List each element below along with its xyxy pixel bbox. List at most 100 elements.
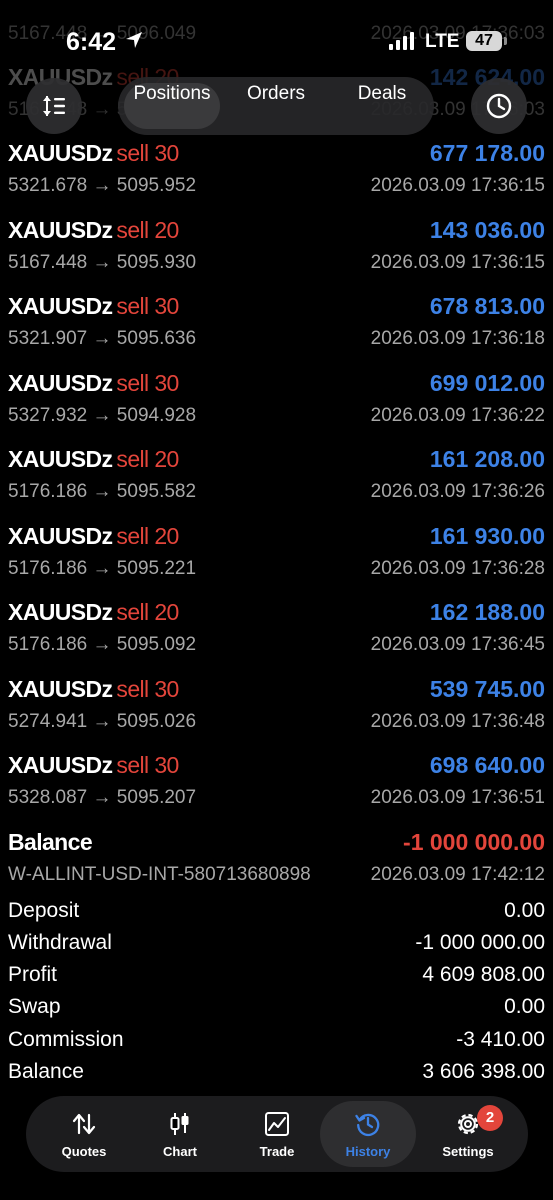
deal-symbol: XAUUSDz sell 30 bbox=[8, 293, 179, 320]
summary-label: Commission bbox=[8, 1028, 124, 1051]
deal-row[interactable]: XAUUSDz sell 20 161 930.00 5176.186 → 509… bbox=[0, 513, 553, 589]
nav-quotes[interactable]: Quotes bbox=[36, 1101, 132, 1167]
summary-label: Withdrawal bbox=[8, 931, 112, 954]
summary-label: Balance bbox=[8, 1060, 84, 1083]
deal-row[interactable]: XAUUSDz sell 20 161 208.00 5176.186 → 509… bbox=[0, 436, 553, 512]
deal-profit: 699 012.00 bbox=[429, 370, 545, 396]
deal-row[interactable]: XAUUSDz sell 20 162 188.00 5176.186 → 509… bbox=[0, 589, 553, 665]
deal-prices: 5167.448 → 5095.930 bbox=[8, 252, 197, 273]
deal-row[interactable]: XAUUSDz sell 30 699 012.00 5327.932 → 509… bbox=[0, 360, 553, 436]
tab-orders[interactable]: Orders bbox=[228, 83, 324, 129]
balance-op-amount: -1 000 000.00 bbox=[403, 829, 545, 855]
deal-row[interactable]: XAUUSDz sell 30 677 178.00 5321.678 → 509… bbox=[0, 130, 553, 206]
deal-prices: 5327.932 → 5094.928 bbox=[8, 405, 197, 426]
tab-deals[interactable]: Deals bbox=[334, 83, 430, 129]
balance-operation-row[interactable]: Balance -1 000 000.00 W-ALLINT-USD-INT-5… bbox=[0, 819, 553, 895]
summary-label: Deposit bbox=[8, 899, 80, 922]
sort-button[interactable] bbox=[26, 78, 82, 134]
deal-prices: 5321.907 → 5095.636 bbox=[8, 328, 197, 349]
deal-profit: 143 036.00 bbox=[429, 217, 545, 243]
summary-commission: Commission -3 410.00 bbox=[8, 1028, 545, 1058]
deal-time: 2026.03.09 17:36:18 bbox=[370, 328, 545, 349]
deal-symbol: XAUUSDz sell 30 bbox=[8, 676, 179, 703]
deal-profit: 678 813.00 bbox=[429, 293, 545, 319]
period-button[interactable] bbox=[471, 78, 527, 134]
deal-profit: 161 930.00 bbox=[429, 523, 545, 549]
summary-profit: Profit 4 609 808.00 bbox=[8, 963, 545, 993]
nav-history[interactable]: History bbox=[320, 1101, 416, 1167]
deal-prices: 5328.087 → 5095.207 bbox=[8, 787, 197, 808]
deal-symbol-text: XAUUSDz bbox=[8, 293, 113, 319]
deal-side: sell 30 bbox=[116, 676, 179, 702]
nav-label: Chart bbox=[163, 1144, 197, 1159]
deal-profit: 162 188.00 bbox=[429, 599, 545, 625]
deal-row[interactable]: XAUUSDz sell 30 698 640.00 5328.087 → 509… bbox=[0, 742, 553, 818]
deal-prices: 5176.186 → 5095.221 bbox=[8, 558, 197, 579]
deal-symbol-text: XAUUSDz bbox=[8, 523, 113, 549]
deal-row[interactable]: XAUUSDz sell 30 678 813.00 5321.907 → 509… bbox=[0, 283, 553, 359]
bottom-navigation: Quotes Chart Trade History Settings bbox=[26, 1096, 528, 1172]
deal-symbol-text: XAUUSDz bbox=[8, 370, 113, 396]
nav-label: History bbox=[345, 1144, 391, 1159]
balance-op-time: 2026.03.09 17:42:12 bbox=[370, 864, 545, 885]
location-arrow-icon bbox=[126, 32, 142, 48]
deal-profit: 677 178.00 bbox=[429, 140, 545, 166]
deal-time: 2026.03.09 17:36:26 bbox=[370, 481, 545, 502]
clock-time: 6:42 bbox=[66, 28, 117, 56]
deal-time: 2026.03.09 17:36:15 bbox=[370, 252, 545, 273]
summary-value: -1 000 000.00 bbox=[415, 931, 545, 954]
deal-side: sell 30 bbox=[116, 293, 179, 319]
history-clock-icon bbox=[355, 1113, 380, 1137]
summary-deposit: Deposit 0.00 bbox=[8, 899, 545, 929]
nav-trade[interactable]: Trade bbox=[229, 1101, 325, 1167]
deal-symbol: XAUUSDzsell 20 bbox=[8, 599, 179, 626]
balance-op-title: Balance bbox=[8, 829, 93, 855]
deal-side: sell 20 bbox=[116, 599, 179, 625]
deal-symbol-text: XAUUSDz bbox=[8, 752, 113, 778]
network-type: LTE bbox=[425, 31, 460, 52]
deal-symbol-text: XAUUSDz bbox=[8, 140, 113, 166]
deal-symbol-text: XAUUSDz bbox=[8, 599, 113, 625]
deal-symbol: XAUUSDz sell 30 bbox=[8, 140, 179, 167]
deal-side: sell 30 bbox=[116, 140, 179, 166]
summary-value: -3 410.00 bbox=[456, 1028, 545, 1051]
candlestick-chart-icon bbox=[170, 1113, 189, 1135]
deal-profit: 539 745.00 bbox=[429, 676, 545, 702]
summary-value: 0.00 bbox=[504, 899, 545, 922]
deal-row[interactable]: XAUUSDz sell 30 539 745.00 5274.941 → 509… bbox=[0, 666, 553, 742]
settings-notification-badge: 2 bbox=[477, 1105, 503, 1131]
deal-symbol-text: XAUUSDz bbox=[8, 217, 113, 243]
deal-prices: 5176.186 → 5095.092 bbox=[8, 634, 197, 655]
deal-prices: 5176.186 → 5095.582 bbox=[8, 481, 197, 502]
quotes-arrows-icon bbox=[72, 1113, 96, 1135]
status-bar: 6:42 LTE 47 bbox=[0, 0, 553, 80]
history-toolbar: Positions Orders Deals bbox=[0, 74, 553, 140]
summary-balance: Balance 3 606 398.00 bbox=[8, 1060, 545, 1090]
clock-icon bbox=[486, 93, 512, 119]
deal-symbol: XAUUSDz sell 30 bbox=[8, 752, 179, 779]
deal-side: sell 20 bbox=[116, 523, 179, 549]
summary-value: 0.00 bbox=[504, 995, 545, 1018]
battery-tip bbox=[504, 37, 507, 45]
deal-row[interactable]: XAUUSDz sell 20 143 036.00 5167.448 → 509… bbox=[0, 207, 553, 283]
tab-positions[interactable]: Positions bbox=[124, 83, 220, 129]
nav-settings[interactable]: Settings bbox=[420, 1101, 516, 1167]
summary-label: Profit bbox=[8, 963, 58, 986]
battery-icon: 47 bbox=[466, 31, 502, 51]
deal-time: 2026.03.09 17:36:15 bbox=[370, 175, 545, 196]
summary-value: 4 609 808.00 bbox=[422, 963, 545, 986]
deal-side: sell 30 bbox=[116, 752, 179, 778]
deal-time: 2026.03.09 17:36:48 bbox=[370, 711, 545, 732]
deal-side: sell 20 bbox=[116, 446, 179, 472]
deal-time: 2026.03.09 17:36:28 bbox=[370, 558, 545, 579]
deal-symbol: XAUUSDzsell 20 bbox=[8, 523, 179, 550]
deal-prices: 5274.941 → 5095.026 bbox=[8, 711, 197, 732]
nav-chart[interactable]: Chart bbox=[132, 1101, 228, 1167]
summary-swap: Swap 0.00 bbox=[8, 995, 545, 1025]
deal-symbol-text: XAUUSDz bbox=[8, 676, 113, 702]
sort-arrows-icon bbox=[43, 96, 65, 116]
deal-profit: 698 640.00 bbox=[429, 752, 545, 778]
summary-value: 3 606 398.00 bbox=[422, 1060, 545, 1083]
deal-symbol-text: XAUUSDz bbox=[8, 446, 113, 472]
deal-profit: 161 208.00 bbox=[429, 446, 545, 472]
